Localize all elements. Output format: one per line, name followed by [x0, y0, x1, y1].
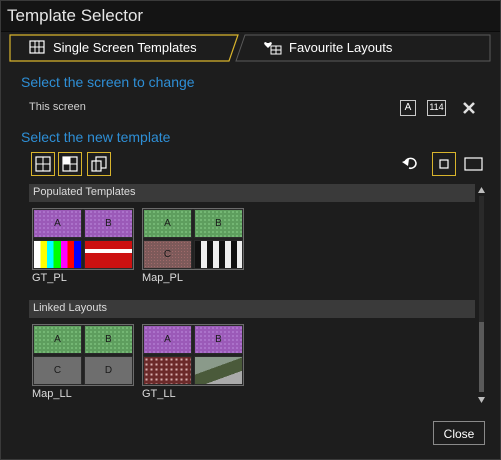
tab-bar: Single Screen Templates Favourite Layout… [9, 34, 491, 62]
test-pattern-tile-red [84, 240, 133, 269]
grid-icon [29, 40, 45, 59]
wide-view-button[interactable] [464, 156, 484, 172]
undo-arrow-icon[interactable] [402, 156, 420, 172]
tab-single-screen-templates[interactable]: Single Screen Templates [9, 34, 241, 62]
tile-b: B [84, 325, 133, 354]
clear-screen-close-icon[interactable] [461, 100, 477, 116]
copy-layout-button[interactable] [87, 152, 111, 176]
template-thumbnail-map-pl[interactable]: A B C [142, 208, 244, 270]
tile-a: A [33, 209, 82, 238]
tab-favourite-layouts[interactable]: Favourite Layouts [235, 34, 491, 62]
select-template-heading: Select the new template [21, 129, 171, 145]
tile-a: A [143, 325, 192, 354]
grid-2x2-icon [35, 156, 51, 172]
layout-thumbnail-gt-ll[interactable]: A B [142, 324, 244, 386]
tile-b: B [194, 325, 243, 354]
layout-thumbnail-map-ll[interactable]: A B C D [32, 324, 134, 386]
tile-d: D [84, 356, 133, 385]
screen-number-button[interactable]: 114 [427, 100, 446, 116]
templates-list[interactable]: Populated Templates A B GT_PL A B C Map_… [29, 184, 475, 407]
tile-c: C [33, 356, 82, 385]
template-thumbnail-gt-pl[interactable]: A B [32, 208, 134, 270]
square-icon [439, 159, 449, 169]
tab-single-screen-label: Single Screen Templates [53, 40, 197, 55]
layout-label-gt-ll: GT_LL [142, 388, 176, 400]
select-screen-heading: Select the screen to change [21, 74, 195, 90]
populated-templates-header: Populated Templates [29, 184, 475, 202]
grid-2x2-layout-button[interactable] [31, 152, 55, 176]
tile-b: B [194, 209, 243, 238]
scroll-down-arrow [478, 397, 485, 403]
screen-a-button[interactable]: A [400, 100, 416, 116]
photo-tile-scene [194, 356, 243, 385]
checker-tile [194, 240, 243, 269]
window-title: Template Selector [7, 6, 144, 25]
tile-a: A [143, 209, 192, 238]
tile-b: B [84, 209, 133, 238]
layout-label-map-ll: Map_LL [32, 388, 72, 400]
tile-c: C [143, 240, 192, 269]
template-label-gt-pl: GT_PL [32, 272, 67, 284]
title-bar: Template Selector [1, 1, 500, 32]
scroll-thumb [479, 322, 484, 392]
this-screen-label: This screen [29, 101, 86, 113]
tab-favourite-layouts-label: Favourite Layouts [289, 40, 393, 55]
close-button[interactable]: Close [433, 421, 485, 445]
rectangle-icon [464, 157, 483, 171]
copy-icon [91, 156, 107, 172]
linked-layouts-header: Linked Layouts [29, 300, 475, 318]
single-view-button[interactable] [432, 152, 456, 176]
heart-grid-icon [263, 40, 283, 61]
template-label-map-pl: Map_PL [142, 272, 183, 284]
tile-a: A [33, 325, 82, 354]
test-pattern-tile [33, 240, 82, 269]
grid-highlight-icon [62, 156, 78, 172]
scroll-up-arrow [478, 187, 485, 193]
template-selector-window: Template Selector Single Screen Template… [0, 0, 501, 460]
photo-tile [143, 356, 192, 385]
list-scrollbar[interactable] [477, 184, 486, 407]
grid-quad-highlight-button[interactable] [58, 152, 82, 176]
